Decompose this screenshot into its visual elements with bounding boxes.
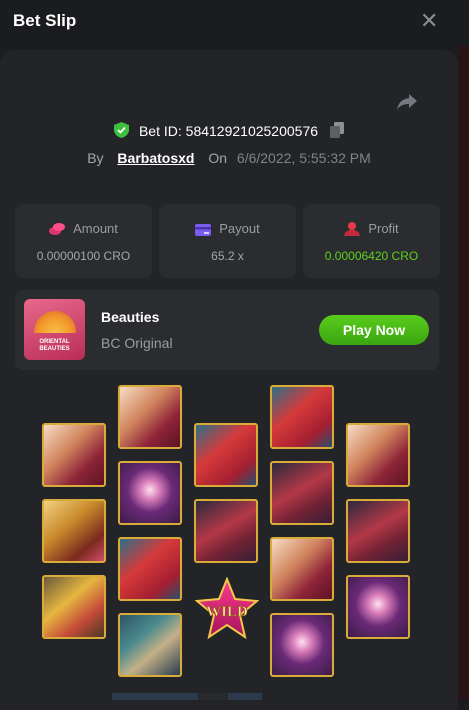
lotus-symbol — [346, 575, 410, 639]
play-now-button[interactable]: Play Now — [319, 315, 429, 345]
profit-card: Profit 0.00006420 CRO — [303, 204, 440, 278]
book-symbol — [270, 385, 334, 449]
tab-indicator[interactable] — [228, 693, 262, 700]
book-symbol — [118, 537, 182, 601]
game-subtitle: BC Original — [101, 335, 173, 351]
copy-icon[interactable] — [329, 122, 344, 138]
by-label: By — [87, 150, 104, 166]
profit-value: 0.00006420 CRO — [324, 249, 419, 263]
payout-header: Payout — [159, 221, 296, 236]
profit-label: Profit — [368, 221, 399, 236]
user-link[interactable]: Barbatosxd — [117, 150, 194, 166]
bet-date: 6/6/2022, 5:55:32 PM — [236, 150, 371, 166]
coins-icon — [49, 223, 66, 235]
fish-symbol — [118, 613, 182, 677]
payout-label: Payout — [219, 221, 260, 236]
lotus-symbol — [118, 461, 182, 525]
fan-symbol — [118, 385, 182, 449]
tab-indicator[interactable] — [112, 693, 198, 700]
close-icon[interactable]: ✕ — [420, 8, 438, 34]
profit-icon — [344, 222, 361, 236]
payout-value: 65.2 x — [211, 249, 244, 263]
fan-symbol — [270, 537, 334, 601]
book-symbol — [194, 423, 258, 487]
wild-label: WILD — [206, 604, 248, 620]
fan-symbol — [42, 423, 106, 487]
page-title: Bet Slip — [13, 11, 77, 30]
game-name: Beauties — [101, 309, 160, 325]
fan-symbol — [346, 423, 410, 487]
hairpin-symbol — [42, 575, 106, 639]
bet-id-label: Bet ID: 58412921025200576 — [138, 123, 319, 139]
payout-card: Payout 65.2 x — [159, 204, 296, 278]
background-edge — [459, 0, 469, 700]
amount-value: 0.00000100 CRO — [36, 249, 131, 263]
amount-card: Amount 0.00000100 CRO — [15, 204, 152, 278]
thumbnail-caption: ORIENTAL BEAUTIES — [39, 339, 70, 352]
comb-symbol — [42, 499, 106, 563]
fan-icon — [34, 311, 76, 333]
lute-symbol — [346, 499, 410, 563]
amount-header: Amount — [15, 221, 152, 236]
game-card: ORIENTAL BEAUTIES Beauties BC Original P… — [15, 290, 439, 370]
lute-symbol — [194, 499, 258, 563]
share-icon[interactable] — [396, 92, 418, 112]
card-icon — [195, 224, 212, 236]
on-label: On — [208, 150, 228, 166]
lotus-symbol — [270, 613, 334, 677]
shield-check-icon — [114, 122, 130, 138]
tab-indicator[interactable] — [198, 693, 228, 700]
header-bar: Bet Slip ✕ — [0, 0, 469, 46]
amount-label: Amount — [73, 221, 118, 236]
wild-symbol: WILD — [195, 577, 259, 640]
bet-id: Bet ID: 58412921025200576 — [0, 122, 458, 139]
bet-byline: By Barbatosxd On 6/6/2022, 5:55:32 PM — [0, 150, 458, 166]
game-thumbnail[interactable]: ORIENTAL BEAUTIES — [24, 299, 85, 360]
profit-header: Profit — [303, 221, 440, 236]
lute-symbol — [270, 461, 334, 525]
